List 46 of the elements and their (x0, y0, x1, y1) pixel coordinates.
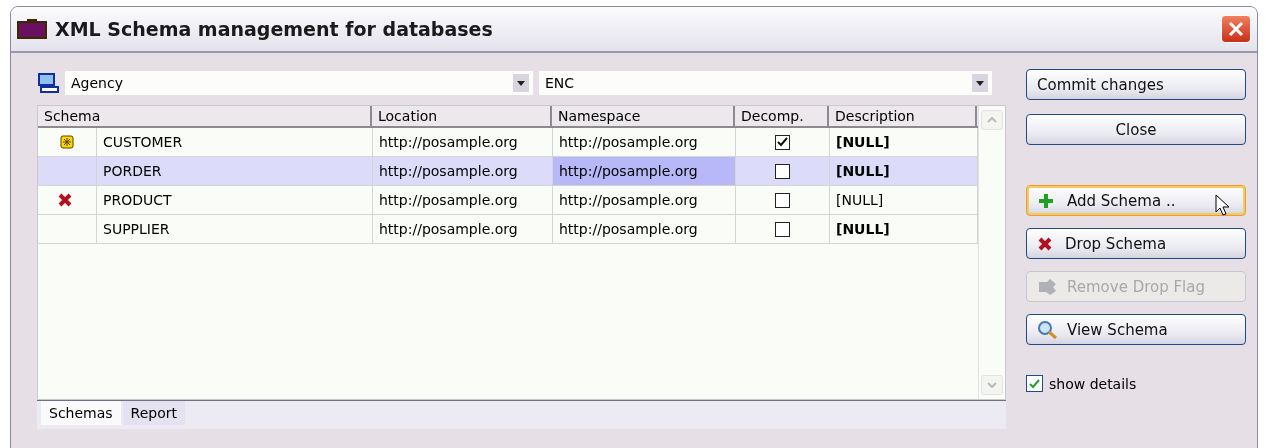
table-cell: PRODUCT (97, 186, 373, 214)
column-header[interactable]: Decomp. (735, 106, 829, 126)
new-schema-icon (60, 135, 74, 149)
table-cell: http://posample.org (373, 128, 553, 156)
checkbox[interactable] (775, 163, 790, 179)
schema-dropdown[interactable]: ENC (539, 71, 992, 95)
table-cell: [NULL] (830, 157, 978, 185)
computer-icon (37, 73, 59, 93)
table-cell: http://posample.org (373, 215, 553, 243)
column-header[interactable]: Namespace (552, 106, 735, 126)
table-row[interactable]: PORDER http://posample.org http://posample.org [NULL] (38, 157, 978, 186)
checkbox[interactable] (775, 192, 790, 208)
table-cell: [NULL] (830, 128, 978, 156)
column-header[interactable]: Location (372, 106, 552, 126)
table-cell: PORDER (97, 157, 373, 185)
table-row[interactable]: SUPPLIER http://posample.org http://posample.org [NULL] (38, 215, 978, 244)
table-cell: http://posample.org (553, 186, 736, 214)
dialog-button[interactable]: Commit changes (1026, 69, 1246, 100)
magnifier-icon (1037, 319, 1059, 340)
table-cell: http://posample.org (553, 128, 736, 156)
window-title: XML Schema management for databases (55, 18, 494, 40)
column-header[interactable]: Schema (38, 106, 372, 126)
column-header[interactable]: Description (829, 106, 977, 126)
table-cell: http://posample.org (553, 157, 736, 185)
tab[interactable]: Schemas (41, 401, 121, 425)
table-cell: [NULL] (830, 215, 978, 243)
checkbox[interactable] (775, 221, 790, 237)
close-button[interactable] (1221, 15, 1251, 43)
table-cell: http://posample.org (553, 215, 736, 243)
action-button[interactable]: View Schema (1026, 314, 1246, 345)
table-cell: SUPPLIER (97, 215, 373, 243)
checkbox-label: show details (1049, 375, 1137, 392)
action-button[interactable]: Add Schema .. (1026, 185, 1246, 216)
checkbox[interactable] (1026, 375, 1043, 392)
mouse-pointer-icon (1215, 194, 1231, 216)
dialog-button[interactable]: Close (1026, 114, 1246, 145)
scrollbar[interactable] (978, 106, 1005, 399)
table-row[interactable]: PRODUCT http://posample.org http://posample.org [NULL] (38, 186, 978, 215)
table-cell: [NULL] (830, 186, 978, 214)
checkbox[interactable] (775, 134, 790, 150)
tab[interactable]: Report (122, 401, 185, 425)
close-icon (1228, 21, 1244, 37)
action-button[interactable]: Drop Schema (1026, 228, 1246, 259)
database-dropdown[interactable]: Agency (65, 71, 533, 95)
table-cell: CUSTOMER (97, 128, 373, 156)
table-cell: http://posample.org (373, 186, 553, 214)
